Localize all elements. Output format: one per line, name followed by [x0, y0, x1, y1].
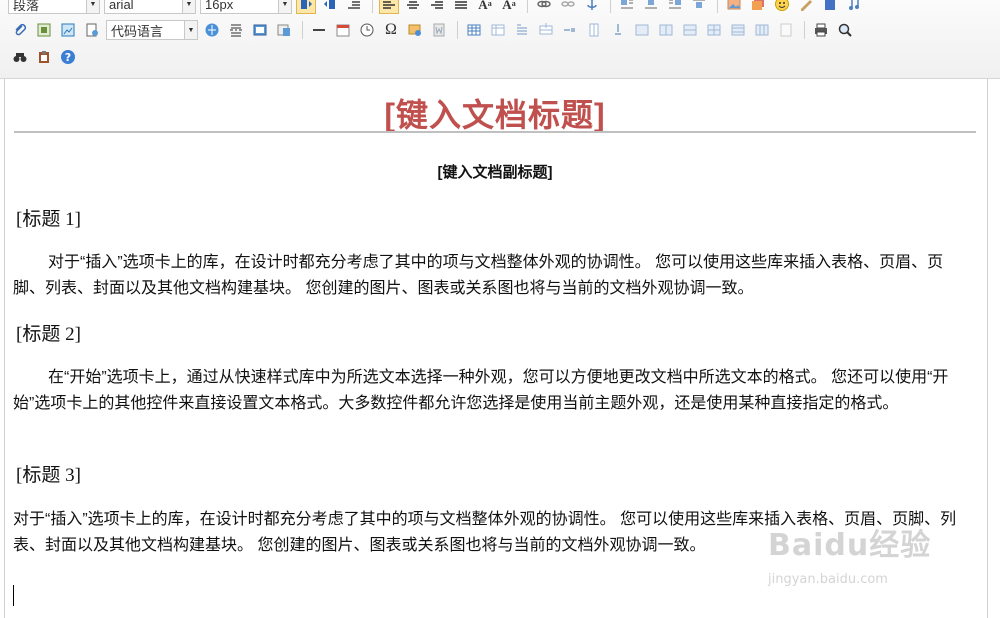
- section-heading-2[interactable]: [标题 2]: [16, 319, 81, 346]
- merge-cells-icon[interactable]: [632, 20, 652, 40]
- section-paragraph-2[interactable]: 在“开始”选项卡上，通过从快速样式库中为所选文本选择一种外观，您可以方便地更改文…: [13, 365, 973, 417]
- font-decrease-icon[interactable]: Aa: [499, 0, 519, 14]
- split-to-cells-icon[interactable]: [704, 20, 724, 40]
- anchor-icon[interactable]: [582, 0, 602, 14]
- chevron-down-icon: ▼: [278, 0, 291, 13]
- code-language-select[interactable]: 代码语言 ▼: [106, 20, 198, 40]
- image-icon[interactable]: [34, 20, 54, 40]
- delete-col-icon[interactable]: [608, 20, 628, 40]
- toolbar-separator: [457, 21, 458, 39]
- font-size-value: 16px: [205, 0, 234, 12]
- delete-row-icon[interactable]: [560, 20, 580, 40]
- toolbar-separator: [372, 0, 373, 13]
- chevron-down-icon: ▼: [184, 21, 197, 39]
- delete-table-icon[interactable]: [488, 20, 508, 40]
- toolbar-separator: [804, 21, 805, 39]
- multi-image-icon[interactable]: [748, 0, 768, 14]
- emotion-icon[interactable]: [772, 0, 792, 14]
- toolbar-row-2: 代码语言 ▼ Ω: [10, 18, 859, 42]
- map-icon[interactable]: [202, 20, 222, 40]
- title-divider: [14, 131, 976, 133]
- special-char-icon[interactable]: Ω: [381, 20, 401, 40]
- watermark-url: jingyan.baidu.com: [768, 572, 888, 587]
- help-icon[interactable]: ?: [58, 47, 78, 67]
- image-right-icon[interactable]: [665, 0, 685, 14]
- snap-icon[interactable]: [405, 20, 425, 40]
- image-none-icon[interactable]: [641, 0, 661, 14]
- link-icon[interactable]: [534, 0, 554, 14]
- align-justify-icon[interactable]: [451, 0, 471, 14]
- svg-text:?: ?: [65, 51, 71, 64]
- search-replace-icon[interactable]: [10, 47, 30, 67]
- wordimage-icon[interactable]: [274, 20, 294, 40]
- section-heading-3[interactable]: [标题 3]: [16, 460, 81, 487]
- horizontal-line-icon[interactable]: [309, 20, 329, 40]
- insert-col-icon[interactable]: [584, 20, 604, 40]
- paragraph-format-select[interactable]: 段落 ▼: [8, 0, 100, 14]
- insert-paragraph-before-table-icon[interactable]: [512, 20, 532, 40]
- code-language-value: 代码语言: [111, 23, 164, 39]
- font-family-value: arial: [109, 0, 134, 12]
- toolbar-separator: [302, 21, 303, 39]
- page-break-icon[interactable]: [226, 20, 246, 40]
- align-right-icon[interactable]: [427, 0, 447, 14]
- attachment-clip-icon[interactable]: [10, 20, 30, 40]
- attachment-icon[interactable]: [820, 0, 840, 14]
- baidu-watermark: Baidu经验 jingyan.baidu.com: [760, 520, 960, 600]
- unlink-icon[interactable]: [558, 0, 578, 14]
- editor-toolbar: 段落 ▼ arial ▼ 16px ▼ Aa Aa 代码语言 ▼ Ω ?: [0, 0, 1000, 79]
- indent-icon[interactable]: [344, 0, 364, 14]
- section-heading-1[interactable]: [标题 1]: [16, 204, 81, 231]
- preview-icon[interactable]: [835, 20, 855, 40]
- music-icon[interactable]: [844, 0, 864, 14]
- image-center-icon[interactable]: [689, 0, 709, 14]
- date-icon[interactable]: [333, 20, 353, 40]
- merge-down-icon[interactable]: [680, 20, 700, 40]
- chevron-down-icon: ▼: [86, 0, 99, 13]
- font-increase-icon[interactable]: Aa: [475, 0, 495, 14]
- section-paragraph-1[interactable]: 对于“插入”选项卡上的库，在设计时都充分考虑了其中的项与文档整体外观的协调性。 …: [13, 250, 973, 302]
- document-subtitle[interactable]: [键入文档副标题]: [0, 161, 990, 182]
- watermark-logo: Baidu经验: [768, 528, 932, 563]
- split-to-rows-icon[interactable]: [728, 20, 748, 40]
- word-import-icon[interactable]: [429, 20, 449, 40]
- text-caret: [13, 585, 14, 606]
- toolbar-row-3: ?: [10, 45, 82, 69]
- insert-row-icon[interactable]: [536, 20, 556, 40]
- template-icon[interactable]: [82, 20, 102, 40]
- align-center-icon[interactable]: [403, 0, 423, 14]
- paste-plain-icon[interactable]: [34, 47, 54, 67]
- ltr-icon[interactable]: [296, 0, 316, 14]
- time-icon[interactable]: [357, 20, 377, 40]
- chart-icon[interactable]: [776, 20, 796, 40]
- background-icon[interactable]: [250, 20, 270, 40]
- print-icon[interactable]: [811, 20, 831, 40]
- font-size-select[interactable]: 16px ▼: [200, 0, 292, 14]
- toolbar-separator: [717, 0, 718, 13]
- split-to-cols-icon[interactable]: [752, 20, 772, 40]
- scrawl-icon[interactable]: [796, 0, 816, 14]
- font-family-select[interactable]: arial ▼: [104, 0, 196, 14]
- document-title[interactable]: [键入文档标题]: [0, 90, 990, 136]
- align-left-icon[interactable]: [379, 0, 399, 14]
- insert-table-icon[interactable]: [464, 20, 484, 40]
- toolbar-row-1: 段落 ▼ arial ▼ 16px ▼ Aa Aa: [8, 0, 868, 16]
- image-left-icon[interactable]: [617, 0, 637, 14]
- rtl-icon[interactable]: [320, 0, 340, 14]
- insert-frame-icon[interactable]: [58, 20, 78, 40]
- toolbar-separator: [610, 0, 611, 13]
- chevron-down-icon: ▼: [182, 0, 195, 13]
- merge-right-icon[interactable]: [656, 20, 676, 40]
- toolbar-separator: [527, 0, 528, 13]
- insert-image-icon[interactable]: [724, 0, 744, 14]
- paragraph-format-value: 段落: [13, 0, 40, 13]
